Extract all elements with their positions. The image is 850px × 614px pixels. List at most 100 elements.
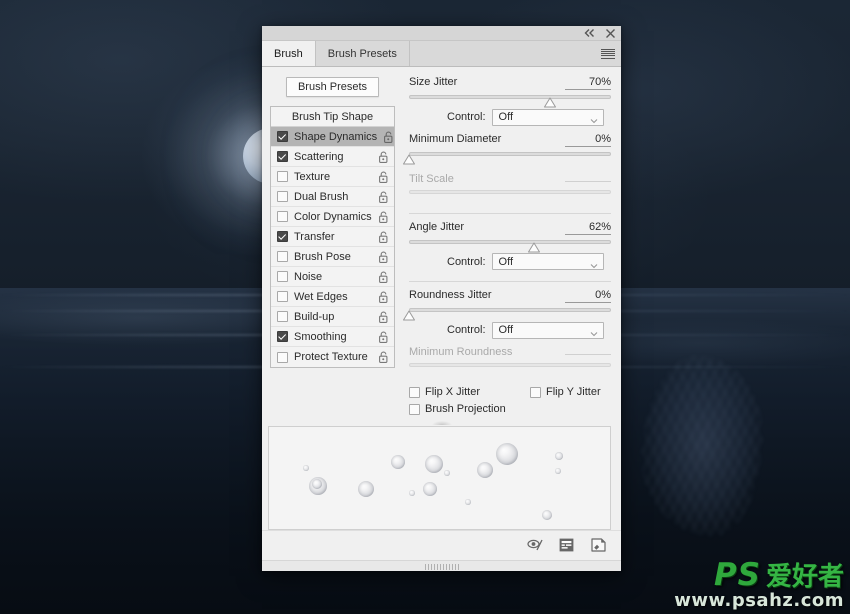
option-checkbox[interactable] <box>277 291 288 302</box>
hamburger-menu-icon[interactable] <box>601 48 615 60</box>
roundness-jitter-value[interactable]: 0% <box>565 289 611 304</box>
unlocked-padlock-icon[interactable] <box>378 211 389 223</box>
unlocked-padlock-icon[interactable] <box>378 291 389 303</box>
flip-y-jitter-label: Flip Y Jitter <box>546 386 601 399</box>
unlocked-padlock-icon[interactable] <box>378 171 389 183</box>
whale-silhouette <box>628 330 778 560</box>
option-label: Smoothing <box>294 330 347 343</box>
collapse-to-icons-button[interactable] <box>583 27 595 39</box>
panel-body: Brush Presets Brush Tip Shape Shape Dyna… <box>262 67 621 420</box>
minimum-diameter-slider[interactable] <box>403 151 611 165</box>
option-label: Texture <box>294 170 331 183</box>
create-new-brush-preset-icon[interactable] <box>559 538 575 554</box>
angle-control-dropdown[interactable]: Off <box>491 253 604 271</box>
bubble <box>358 481 374 497</box>
slider-track <box>409 95 611 99</box>
unlocked-padlock-icon[interactable] <box>378 271 389 283</box>
minimum-roundness-field: Minimum Roundness <box>409 346 611 358</box>
brush-projection-label: Brush Projection <box>425 403 506 416</box>
unlocked-padlock-icon[interactable] <box>378 331 389 343</box>
brush-presets-button[interactable]: Brush Presets <box>285 77 380 97</box>
unlocked-padlock-icon[interactable] <box>378 251 389 263</box>
brush-options-sidebar: Brush Presets Brush Tip Shape Shape Dyna… <box>262 67 403 420</box>
unlocked-padlock-icon[interactable] <box>378 191 389 203</box>
angle-control-value: Off <box>498 255 514 268</box>
slider-track <box>409 239 611 244</box>
tab-brush-presets[interactable]: Brush Presets <box>316 41 410 66</box>
flip-x-jitter-checkbox[interactable]: Flip X Jitter <box>409 386 480 398</box>
slider-track <box>409 151 611 156</box>
sidebar-item-brush-pose[interactable]: Brush Pose <box>271 247 394 267</box>
option-checkbox[interactable] <box>277 231 288 242</box>
sidebar-item-transfer[interactable]: Transfer <box>271 227 394 247</box>
option-checkbox[interactable] <box>277 271 288 282</box>
angle-jitter-value[interactable]: 62% <box>565 221 611 235</box>
option-label: Noise <box>294 270 323 283</box>
close-panel-button[interactable] <box>604 27 616 39</box>
sidebar-item-protect-texture[interactable]: Protect Texture <box>271 347 394 367</box>
roundness-control-row: Control: Off <box>409 321 611 339</box>
option-label: Transfer <box>294 230 335 243</box>
roundness-jitter-slider[interactable] <box>403 307 611 321</box>
brush-projection-checkbox[interactable]: Brush Projection <box>409 403 506 415</box>
option-checkbox[interactable] <box>277 131 288 142</box>
slider-track <box>409 190 611 195</box>
size-control-dropdown[interactable]: Off <box>491 108 604 126</box>
option-checkbox[interactable] <box>277 331 288 342</box>
flip-x-jitter-label: Flip X Jitter <box>425 386 481 399</box>
roundness-control-value: Off <box>498 324 514 337</box>
toggle-live-tip-brush-icon[interactable] <box>527 538 543 554</box>
option-checkbox[interactable] <box>277 151 288 162</box>
minimum-roundness-slider <box>409 362 611 373</box>
bubble <box>555 452 563 460</box>
option-checkbox[interactable] <box>277 171 288 182</box>
sidebar-item-shape-dynamics[interactable]: Shape Dynamics <box>271 127 394 147</box>
sidebar-item-color-dynamics[interactable]: Color Dynamics <box>271 207 394 227</box>
option-label: Scattering <box>294 150 344 163</box>
new-brush-icon[interactable] <box>591 537 607 554</box>
checkbox-box <box>530 386 542 398</box>
sidebar-item-wet-edges[interactable]: Wet Edges <box>271 287 394 307</box>
unlocked-padlock-icon[interactable] <box>378 151 389 163</box>
slider-track <box>409 308 611 313</box>
option-label: Protect Texture <box>294 351 368 363</box>
minimum-diameter-field: Minimum Diameter 0% <box>409 133 611 147</box>
slider-handle[interactable] <box>544 97 557 108</box>
slider-handle[interactable] <box>403 310 416 321</box>
sidebar-item-smoothing[interactable]: Smoothing <box>271 327 394 347</box>
size-jitter-slider[interactable] <box>409 94 611 108</box>
preview-resize-grip[interactable] <box>431 421 452 425</box>
watermark-url: www.psahz.com <box>674 590 844 611</box>
tab-brush[interactable]: Brush <box>262 41 316 66</box>
angle-jitter-slider[interactable] <box>409 239 611 253</box>
sidebar-item-dual-brush[interactable]: Dual Brush <box>271 187 394 207</box>
option-checkbox[interactable] <box>277 311 288 322</box>
size-jitter-value[interactable]: 70% <box>565 76 611 90</box>
option-checkbox[interactable] <box>277 251 288 262</box>
flip-y-jitter-checkbox[interactable]: Flip Y Jitter <box>530 386 601 398</box>
option-checkbox[interactable] <box>277 351 288 363</box>
roundness-jitter-label: Roundness Jitter <box>409 289 492 302</box>
sidebar-item-build-up[interactable]: Build-up <box>271 307 394 327</box>
option-checkbox[interactable] <box>277 191 288 202</box>
slider-handle[interactable] <box>403 154 416 165</box>
brush-options-list: Brush Tip Shape Shape Dynamics Scatterin… <box>270 106 395 368</box>
sidebar-item-scattering[interactable]: Scattering <box>271 147 394 167</box>
slider-handle[interactable] <box>528 242 541 253</box>
tilt-scale-value <box>565 180 611 183</box>
unlocked-padlock-icon[interactable] <box>378 231 389 243</box>
unlocked-padlock-icon[interactable] <box>383 131 394 143</box>
resize-grip[interactable] <box>262 560 621 571</box>
sidebar-item-noise[interactable]: Noise <box>271 267 394 287</box>
sidebar-item-texture[interactable]: Texture <box>271 167 394 187</box>
size-control-row: Control: Off <box>409 108 611 126</box>
minimum-diameter-value[interactable]: 0% <box>565 133 611 147</box>
unlocked-padlock-icon[interactable] <box>378 311 389 323</box>
option-label: Color Dynamics <box>294 210 372 223</box>
angle-jitter-label: Angle Jitter <box>409 220 465 233</box>
roundness-control-dropdown[interactable]: Off <box>491 321 604 339</box>
shape-dynamics-settings: Size Jitter 70% Control: Off Minimum Dia… <box>403 67 621 420</box>
option-checkbox[interactable] <box>277 211 288 222</box>
brush-tip-shape-item[interactable]: Brush Tip Shape <box>271 107 394 127</box>
unlocked-padlock-icon[interactable] <box>378 351 389 363</box>
